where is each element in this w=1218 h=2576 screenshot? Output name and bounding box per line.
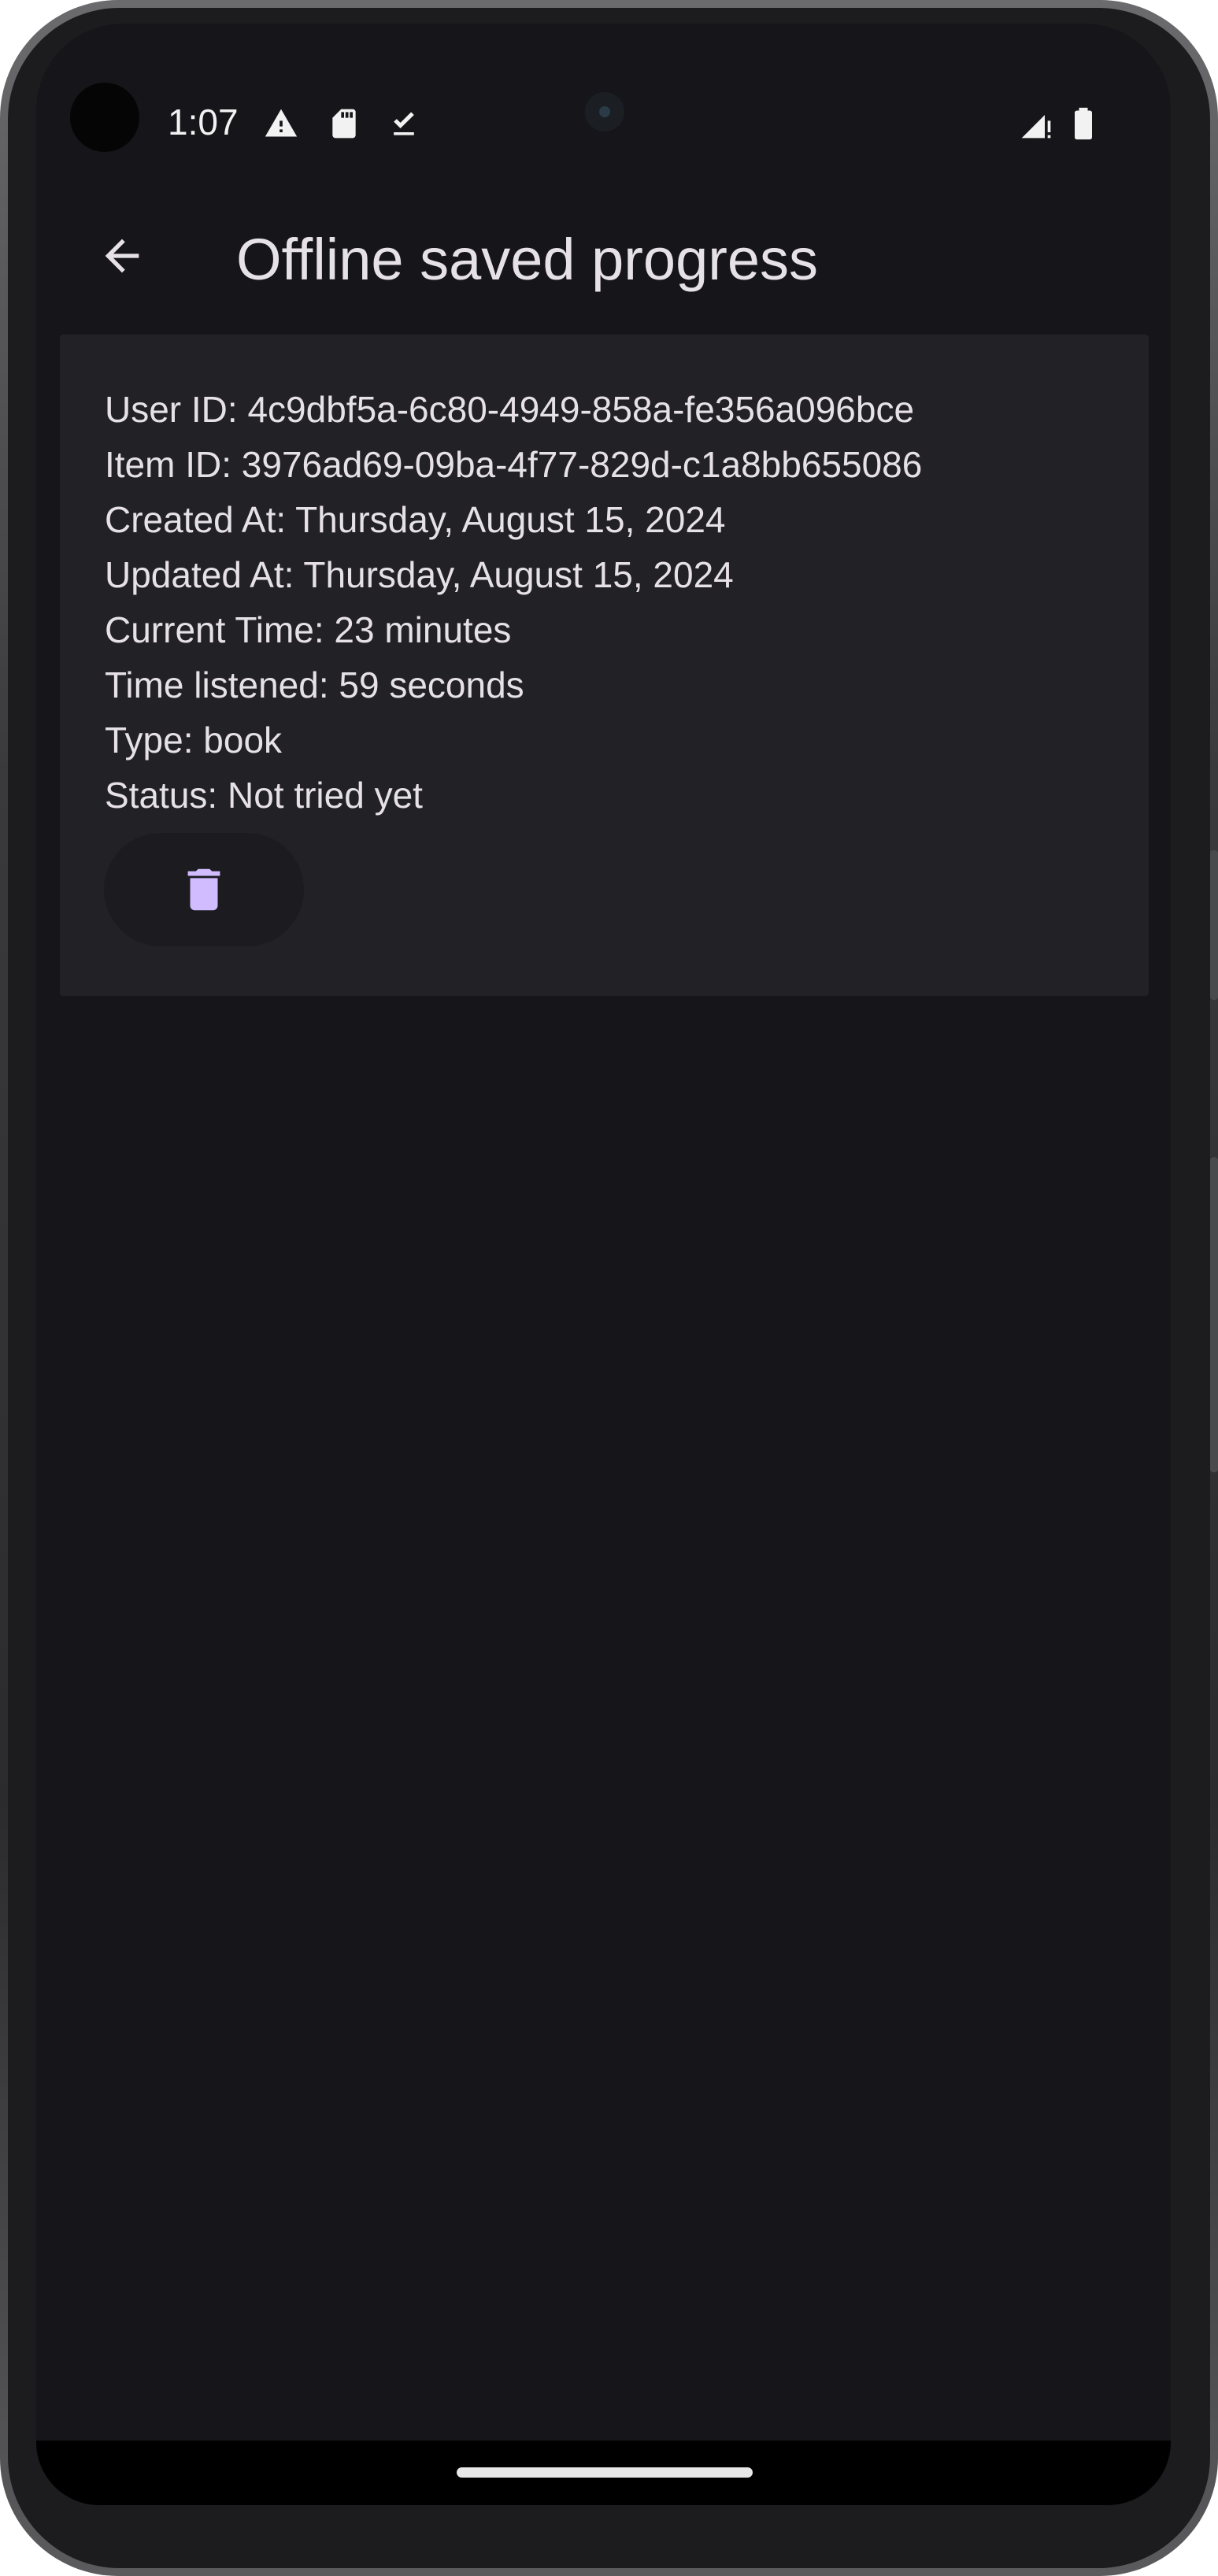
time-listened-text: Time listened: 59 seconds <box>105 664 524 705</box>
power-button <box>1210 1157 1218 1472</box>
user-id-text: User ID: 4c9dbf5a-6c80-4949-858a-fe356a0… <box>105 389 915 430</box>
back-button[interactable] <box>75 209 169 303</box>
arrow-back-icon <box>105 239 139 273</box>
delete-button[interactable] <box>104 833 304 946</box>
trash-icon <box>187 868 220 911</box>
navigation-bar <box>36 2441 1171 2505</box>
signal-icon <box>1021 115 1051 139</box>
page-title: Offline saved progress <box>236 227 819 292</box>
type-text: Type: book <box>105 720 283 761</box>
item-id-text: Item ID: 3976ad69-09ba-4f77-829d-c1a8bb6… <box>105 444 923 485</box>
created-at-text: Created At: Thursday, August 15, 2024 <box>105 499 726 540</box>
sd-card-icon <box>332 109 356 139</box>
app-bar: Offline saved progress <box>36 189 1171 327</box>
status-text: Status: Not tried yet <box>105 775 423 816</box>
home-gesture-handle[interactable] <box>457 2467 753 2478</box>
progress-card: User ID: 4c9dbf5a-6c80-4949-858a-fe356a0… <box>60 335 1149 996</box>
current-time-text: Current Time: 23 minutes <box>105 609 512 650</box>
screen: 1:07 Offline saved progress User ID: 4c9… <box>36 24 1171 2505</box>
volume-button <box>1210 850 1218 1000</box>
phone-frame: 1:07 Offline saved progress User ID: 4c9… <box>0 0 1218 2576</box>
camera-cutout <box>70 83 139 152</box>
front-camera <box>585 92 624 131</box>
warning-icon <box>265 109 298 137</box>
progress-details: User ID: 4c9dbf5a-6c80-4949-858a-fe356a0… <box>105 382 922 823</box>
download-done-icon <box>394 112 414 135</box>
status-time: 1:07 <box>168 102 239 142</box>
battery-icon <box>1075 107 1092 140</box>
status-bar: 1:07 <box>36 24 1171 152</box>
updated-at-text: Updated At: Thursday, August 15, 2024 <box>105 554 734 595</box>
